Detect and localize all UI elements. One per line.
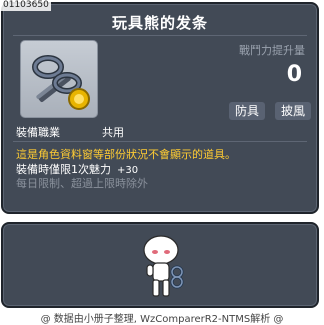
power-label: 戰鬥力提升量 <box>239 44 305 57</box>
limit-text: 每日限制、超過上限時除外 <box>16 176 148 191</box>
item-title: 玩具熊的发条 <box>111 14 208 32</box>
job-label: 裝備職業 <box>16 126 60 139</box>
title-divider <box>13 35 307 36</box>
tag-armor: 防具 <box>229 102 266 120</box>
limit-line-1: 每日限制、超過上限時除外 <box>16 177 148 190</box>
item-icon-frame <box>20 40 98 118</box>
tag-cape: 披風 <box>275 102 312 120</box>
job-value: 共用 <box>102 126 124 139</box>
windup-key-icon <box>32 55 90 110</box>
equip-bonus-value: +30 <box>117 165 139 176</box>
item-tooltip: 玩具熊的发条 戰鬥力提升量 0 防具 披風 裝備職業 共用 這是角色資料窗等部份… <box>1 2 319 214</box>
footer-credit: @ 数据由小册子整理, WzComparerR2-NTMS解析 @ <box>40 314 284 325</box>
equip-bonus: 裝備時僅限1次魅力 +30 <box>16 161 138 177</box>
character-preview <box>143 235 184 297</box>
equip-bonus-label: 裝備時僅限1次魅力 <box>16 163 111 176</box>
power-value: 0 <box>286 62 302 87</box>
character-preview-panel <box>1 222 319 308</box>
description-warning: 這是角色資料窗等部份狀況不會顯示的道具。 <box>16 148 236 161</box>
desc-divider <box>13 141 307 142</box>
item-id: 01103650 <box>1 0 51 11</box>
